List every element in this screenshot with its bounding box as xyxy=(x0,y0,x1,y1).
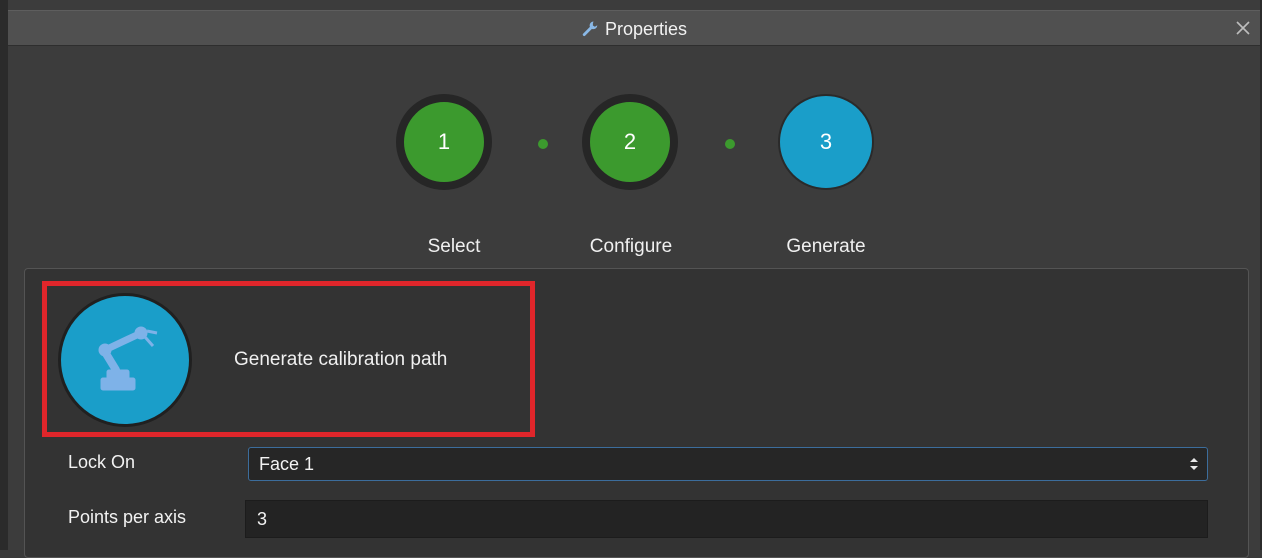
wizard-stepper: 1 2 3 Select Configure Generate xyxy=(8,46,1260,268)
close-icon[interactable] xyxy=(1232,17,1254,39)
window-title: Properties xyxy=(604,18,688,39)
step-connector-dot xyxy=(725,139,735,149)
properties-window: Properties 1 2 3 Select Configure Genera… xyxy=(0,0,1262,558)
step-connector-dot xyxy=(538,139,548,149)
points-per-axis-label: Points per axis xyxy=(68,507,187,527)
points-per-axis-input[interactable]: 3 xyxy=(245,500,1208,538)
step-1-label: Select xyxy=(427,236,481,257)
step-1-number: 1 xyxy=(437,129,451,154)
step-3-label: Generate xyxy=(786,236,866,257)
title-bar: Properties xyxy=(8,10,1260,46)
step-2-label: Configure xyxy=(589,236,673,257)
updown-arrows-icon xyxy=(1189,456,1199,472)
highlight-box xyxy=(42,281,535,437)
step-3-circle[interactable]: 3 xyxy=(778,94,874,190)
wrench-icon xyxy=(581,20,599,38)
step-1-circle[interactable]: 1 xyxy=(396,94,492,190)
lock-on-select[interactable]: Face 1 xyxy=(248,447,1208,481)
step-3-number: 3 xyxy=(819,129,833,154)
step-2-circle[interactable]: 2 xyxy=(582,94,678,190)
lock-on-value: Face 1 xyxy=(259,453,315,474)
lock-on-label: Lock On xyxy=(68,452,136,472)
step-2-number: 2 xyxy=(623,129,637,154)
points-per-axis-value: 3 xyxy=(257,508,268,529)
